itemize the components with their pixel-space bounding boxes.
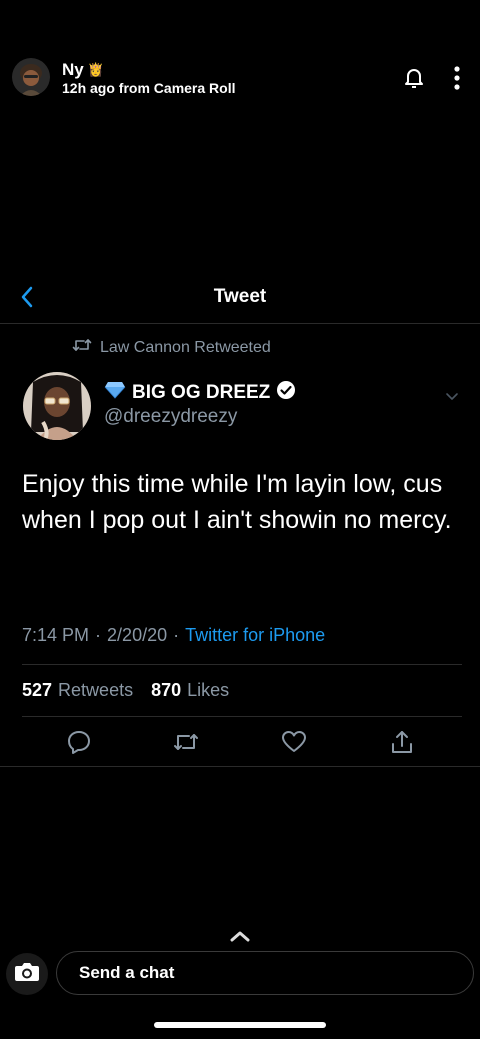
diamond-icon [104,381,126,405]
nav-divider [0,323,480,324]
retweeted-by[interactable]: Law Cannon Retweeted [72,338,271,357]
chevron-up-icon[interactable] [228,928,252,944]
camera-button[interactable] [6,953,48,995]
retweets-label[interactable]: Retweets [58,680,133,701]
meta-separator: · [173,625,180,645]
verified-badge-icon [276,380,296,406]
counts-divider [22,716,462,717]
tweet-time: 7:14 PM [22,625,90,645]
like-heart-icon[interactable] [280,728,308,756]
story-user-avatar[interactable] [12,58,50,96]
likes-count[interactable]: 870 [151,680,181,701]
tweet-author-name-row[interactable]: BIG OG DREEZ [104,380,296,406]
likes-label[interactable]: Likes [187,680,229,701]
retweet-small-icon [72,338,92,357]
tweet-meta: 7:14 PM · 2/20/20 · Twitter for iPhone [22,625,325,646]
tweet-author-handle[interactable]: @dreezydreezy [104,406,237,428]
tweet-date: 2/20/20 [107,625,168,645]
crown-icon: 👸 [87,62,104,77]
tweet-author-avatar[interactable] [23,372,91,440]
user-name-text: Ny [62,60,84,79]
chevron-down-icon[interactable] [444,388,460,404]
retweet-icon[interactable] [172,728,200,756]
tweet-counts: 527 Retweets 870 Likes [22,680,229,701]
meta-divider [22,664,462,665]
tweet-source-link[interactable]: Twitter for iPhone [185,625,325,646]
retweets-count[interactable]: 527 [22,680,52,701]
story-timestamp: 12h ago from Camera Roll [62,80,236,96]
camera-icon [14,961,40,988]
reply-icon[interactable] [65,728,93,756]
send-chat-placeholder: Send a chat [79,963,175,982]
actions-divider [0,766,480,767]
meta-separator: · [95,625,102,645]
home-indicator[interactable] [154,1022,326,1028]
tweet-author-name: BIG OG DREEZ [132,382,271,403]
more-vertical-icon[interactable] [448,64,466,92]
tweet-nav-title: Tweet [213,286,267,307]
share-icon[interactable] [388,728,416,756]
story-user-name[interactable]: Ny 👸 [62,60,104,80]
retweeted-by-text: Law Cannon Retweeted [100,338,271,356]
send-chat-input[interactable]: Send a chat [56,951,474,995]
tweet-body: Enjoy this time while I'm layin low, cus… [22,470,452,534]
bell-icon[interactable] [402,66,426,90]
